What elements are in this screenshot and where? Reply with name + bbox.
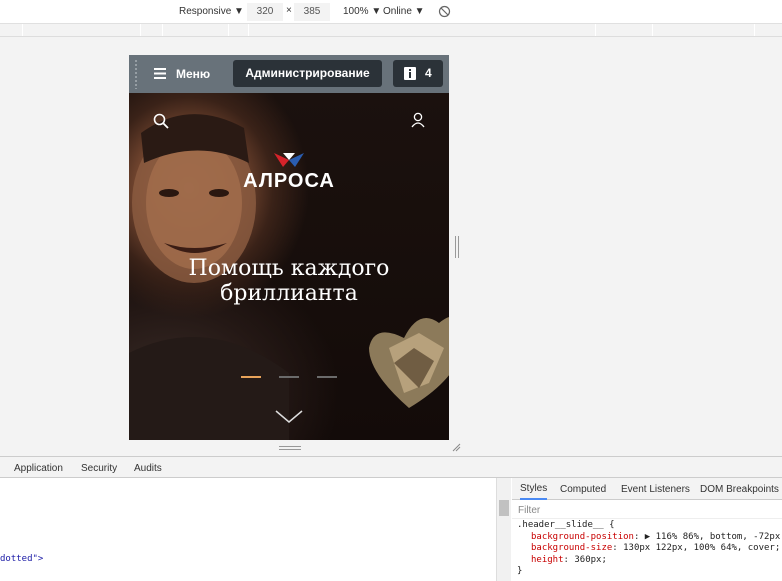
zoom-select[interactable]: 100% ▼	[343, 6, 381, 17]
alrosa-logo-icon	[274, 153, 304, 167]
drag-handle[interactable]	[134, 59, 138, 89]
tab-audits[interactable]: Audits	[134, 463, 162, 474]
tab-styles[interactable]: Styles	[520, 483, 548, 500]
css-rule[interactable]: background-size: 130px 122px, 100% 64%, …	[531, 543, 780, 553]
slide-dot-active[interactable]	[241, 376, 261, 378]
device-select[interactable]: Responsive ▼	[179, 6, 244, 17]
slide-title-line1: Помощь каждого	[188, 256, 390, 281]
menu-label[interactable]: Меню	[176, 67, 210, 81]
search-icon[interactable]	[153, 113, 169, 129]
admin-bar: Меню Администрирование 4	[129, 55, 449, 93]
css-rule-close: }	[517, 566, 523, 576]
tab-security[interactable]: Security	[81, 463, 117, 474]
width-input[interactable]: 320	[247, 3, 283, 21]
css-selector: .header__slide__ {	[517, 520, 615, 530]
hamburger-icon[interactable]	[154, 68, 166, 79]
slide-title: Помощь каждого бриллианта	[129, 256, 449, 306]
alrosa-logo-text: АЛРОСА	[243, 170, 335, 192]
rotate-icon[interactable]	[438, 5, 451, 18]
slide-title-line2: бриллианта	[220, 281, 358, 306]
resize-handle-right[interactable]	[455, 236, 459, 258]
hero-slide: АЛРОСА Помощь каждого бриллианта	[129, 93, 449, 440]
tab-computed[interactable]: Computed	[560, 484, 606, 495]
notifications-count: 4	[425, 66, 432, 80]
height-input[interactable]: 385	[294, 3, 330, 21]
dom-code-fragment: dotted">	[0, 554, 44, 564]
tab-event-listeners[interactable]: Event Listeners	[621, 484, 690, 495]
elements-scrollbar[interactable]	[496, 478, 511, 581]
css-rule[interactable]: height: 360px;	[531, 555, 607, 565]
styles-tabs: Styles Computed Event Listeners DOM Brea…	[512, 478, 782, 500]
dimension-separator: ×	[286, 5, 292, 16]
notifications-button[interactable]: 4	[393, 60, 443, 87]
slide-dot[interactable]	[279, 376, 299, 378]
resize-handle-bottom[interactable]	[279, 446, 301, 450]
devtools-tabs: Application Security Audits	[0, 456, 782, 478]
resize-corner-icon[interactable]	[451, 442, 461, 452]
device-toolbar: Responsive ▼ 320 × 385 100% ▼ Online ▼	[0, 0, 782, 24]
info-icon	[404, 67, 416, 80]
media-query-ruler[interactable]	[0, 24, 782, 37]
device-screen: Меню Администрирование 4 АЛРОСА Помощь к…	[129, 55, 449, 440]
network-select[interactable]: Online ▼	[383, 6, 425, 17]
chevron-down-icon[interactable]	[275, 410, 303, 424]
css-rule[interactable]: background-position: ▶ 116% 86%, bottom,…	[531, 532, 782, 542]
admin-button[interactable]: Администрирование	[233, 60, 382, 87]
user-icon[interactable]	[411, 112, 425, 128]
tab-application[interactable]: Application	[14, 463, 63, 474]
tab-dom-breakpoints[interactable]: DOM Breakpoints	[700, 484, 779, 495]
slide-dot[interactable]	[317, 376, 337, 378]
styles-filter-input[interactable]: Filter	[512, 501, 782, 519]
